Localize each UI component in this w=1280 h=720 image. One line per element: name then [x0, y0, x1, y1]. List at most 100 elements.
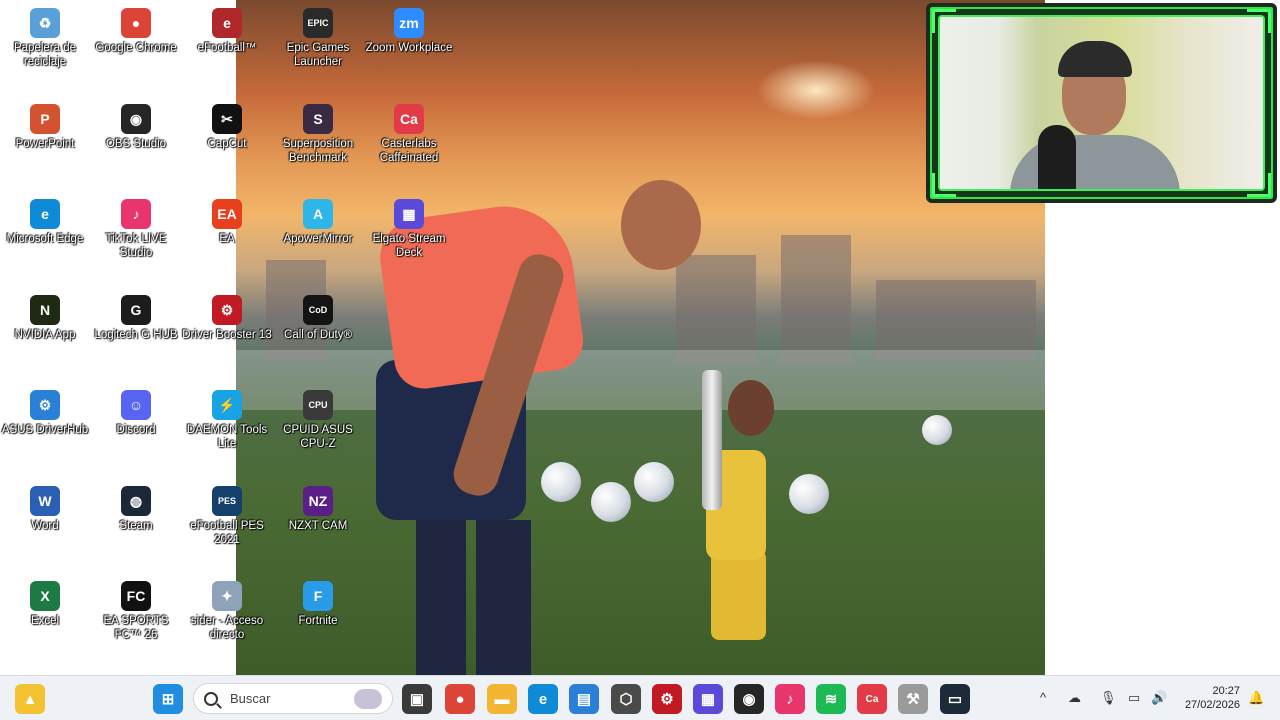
frame-corner	[1247, 9, 1271, 33]
desktop-icon[interactable]: ✦ sider - Acceso directo	[182, 576, 272, 666]
desktop-icon[interactable]: W Word	[0, 481, 90, 571]
stream-deck-icon: ▦	[394, 199, 424, 229]
stream-deck-taskbar-icon[interactable]: ▦	[693, 684, 723, 714]
desktop-icon[interactable]: Ca Casterlabs Caffeinated	[364, 99, 454, 189]
driver-booster-taskbar-icon[interactable]: ⚙	[652, 684, 682, 714]
desktop-icon-label: Logitech G HUB	[94, 329, 178, 341]
desktop-icon[interactable]: NZ NZXT CAM	[273, 481, 363, 571]
desktop-icon[interactable]: FC EA SPORTS FC™ 26	[91, 576, 181, 666]
child-shorts	[711, 550, 766, 640]
desktop-icon[interactable]: EA EA	[182, 194, 272, 284]
clock-time: 20:27	[1212, 685, 1240, 697]
desktop-icon-label: OBS Studio	[105, 138, 167, 150]
desktop-icon[interactable]: CPU CPUID ASUS CPU-Z	[273, 385, 363, 475]
desktop-icon[interactable]: ⚡ DAEMON Tools Lite	[182, 385, 272, 475]
trophy	[702, 370, 722, 510]
desktop-icon[interactable]: EPIC Epic Games Launcher	[273, 3, 363, 93]
desktop-icon-label: ASUS DriverHub	[1, 424, 89, 436]
desktop-icon[interactable]: ◉ OBS Studio	[91, 99, 181, 189]
desktop-icon[interactable]: P PowerPoint	[0, 99, 90, 189]
desktop-icon[interactable]: F Fortnite	[273, 576, 363, 666]
desktop-icon[interactable]: N NVIDIA App	[0, 290, 90, 380]
desktop-icon[interactable]: ◍ Steam	[91, 481, 181, 571]
desktop-icon[interactable]: e eFootball™	[182, 3, 272, 93]
notifications-icon[interactable]: 🔔	[1248, 690, 1264, 706]
desktop-icon-label: EA SPORTS FC™ 26	[103, 615, 169, 641]
desktop-icon[interactable]: ♪ TikTok LIVE Studio	[91, 194, 181, 284]
cpuz-icon: CPU	[303, 390, 333, 420]
desktop-icon[interactable]: ⚙ Driver Booster 13	[182, 290, 272, 380]
player-head	[621, 180, 701, 270]
apowermirror-icon: A	[303, 199, 333, 229]
soccer-ball	[541, 462, 581, 502]
word-icon: W	[30, 486, 60, 516]
desktop-icon-label: Epic Games Launcher	[286, 42, 350, 68]
logitech-ghub-icon: G	[121, 295, 151, 325]
background-building	[781, 235, 851, 365]
chrome-icon: ●	[121, 8, 151, 38]
desktop-icon[interactable]: e Microsoft Edge	[0, 194, 90, 284]
desktop-icon-label: eFootball PES 2021	[190, 520, 264, 546]
desktop-icon-label: Steam	[119, 520, 153, 532]
call-of-duty-icon: CoD	[303, 295, 333, 325]
ea-icon: EA	[212, 199, 242, 229]
file-explorer-icon[interactable]: ▬	[487, 684, 517, 714]
windows-start-icon[interactable]: ⊞	[153, 684, 183, 714]
volume-icon[interactable]: 🔊	[1151, 690, 1167, 706]
cube-app-icon[interactable]: ⬡	[611, 684, 641, 714]
edge-taskbar-icon[interactable]: e	[528, 684, 558, 714]
obs-icon: ◉	[121, 104, 151, 134]
taskbar-search-box[interactable]: Buscar	[193, 683, 393, 714]
asus-driverhub-icon: ⚙	[30, 390, 60, 420]
webcam-overlay	[926, 3, 1277, 203]
monitor-app-icon[interactable]: ▭	[940, 684, 970, 714]
desktop-icon-label: Discord	[116, 424, 156, 436]
desktop-icon-label: PowerPoint	[15, 138, 75, 150]
edge-icon: e	[30, 199, 60, 229]
desktop-icon[interactable]: X Excel	[0, 576, 90, 666]
show-hidden-icons-chevron-icon[interactable]: ^	[1040, 690, 1046, 705]
desktop-icon[interactable]: ● Google Chrome	[91, 3, 181, 93]
desktop-icon-label: sider - Acceso directo	[190, 615, 264, 641]
superposition-icon: S	[303, 104, 333, 134]
desktop-icon[interactable]: ⚙ ASUS DriverHub	[0, 385, 90, 475]
desktop-icon-label: eFootball™	[197, 42, 257, 54]
desktop-icon[interactable]: G Logitech G HUB	[91, 290, 181, 380]
desktop-icon[interactable]: ✂ CapCut	[182, 99, 272, 189]
microphone-icon[interactable]: 🎙	[1100, 690, 1117, 706]
network-icon[interactable]: ▭	[1128, 690, 1140, 706]
desktop-icon[interactable]: zm Zoom Workplace	[364, 3, 454, 93]
desktop-icon[interactable]: ▦ Elgato Stream Deck	[364, 194, 454, 284]
obs-taskbar-icon[interactable]: ◉	[734, 684, 764, 714]
spotify-icon[interactable]: ≋	[816, 684, 846, 714]
task-view-icon[interactable]: ▣	[402, 684, 432, 714]
desktop-icon[interactable]: CoD Call of Duty®	[273, 290, 363, 380]
child-head	[728, 380, 774, 436]
desktop-icon[interactable]: ♻ Papelera de reciclaje	[0, 3, 90, 93]
background-building	[676, 255, 756, 365]
desktop-icon[interactable]: A ApowerMirror	[273, 194, 363, 284]
microsoft-store-icon[interactable]: ▤	[569, 684, 599, 714]
desktop-icon[interactable]: ☺ Discord	[91, 385, 181, 475]
recycle-bin-icon: ♻	[30, 8, 60, 38]
discord-icon: ☺	[121, 390, 151, 420]
desktop-icon[interactable]: S Superposition Benchmark	[273, 99, 363, 189]
onedrive-cloud-icon[interactable]: ☁	[1068, 690, 1081, 706]
desktop-icon[interactable]: PES eFootball PES 2021	[182, 481, 272, 571]
tools-icon[interactable]: ⚒	[898, 684, 928, 714]
desktop-icon-label: TikTok LIVE Studio	[105, 233, 167, 259]
desktop-icon-label: Word	[31, 520, 59, 532]
casterlabs-taskbar-icon[interactable]: Ca	[857, 684, 887, 714]
frame-corner	[1247, 173, 1271, 197]
tiktok-taskbar-icon[interactable]: ♪	[775, 684, 805, 714]
soccer-ball	[922, 415, 952, 445]
streamer-cap	[1058, 41, 1132, 77]
desktop-icon-label: Driver Booster 13	[182, 329, 272, 341]
sun-glow	[756, 60, 876, 120]
ea-fc-26-icon: FC	[121, 581, 151, 611]
frame-corner	[932, 173, 956, 197]
system-clock[interactable]: 20:27 27/02/2026	[1185, 684, 1240, 712]
sider-taskbar-icon[interactable]: ▲	[15, 684, 45, 714]
chrome-taskbar-icon[interactable]: ●	[445, 684, 475, 714]
desktop-icon-label: Excel	[30, 615, 60, 627]
